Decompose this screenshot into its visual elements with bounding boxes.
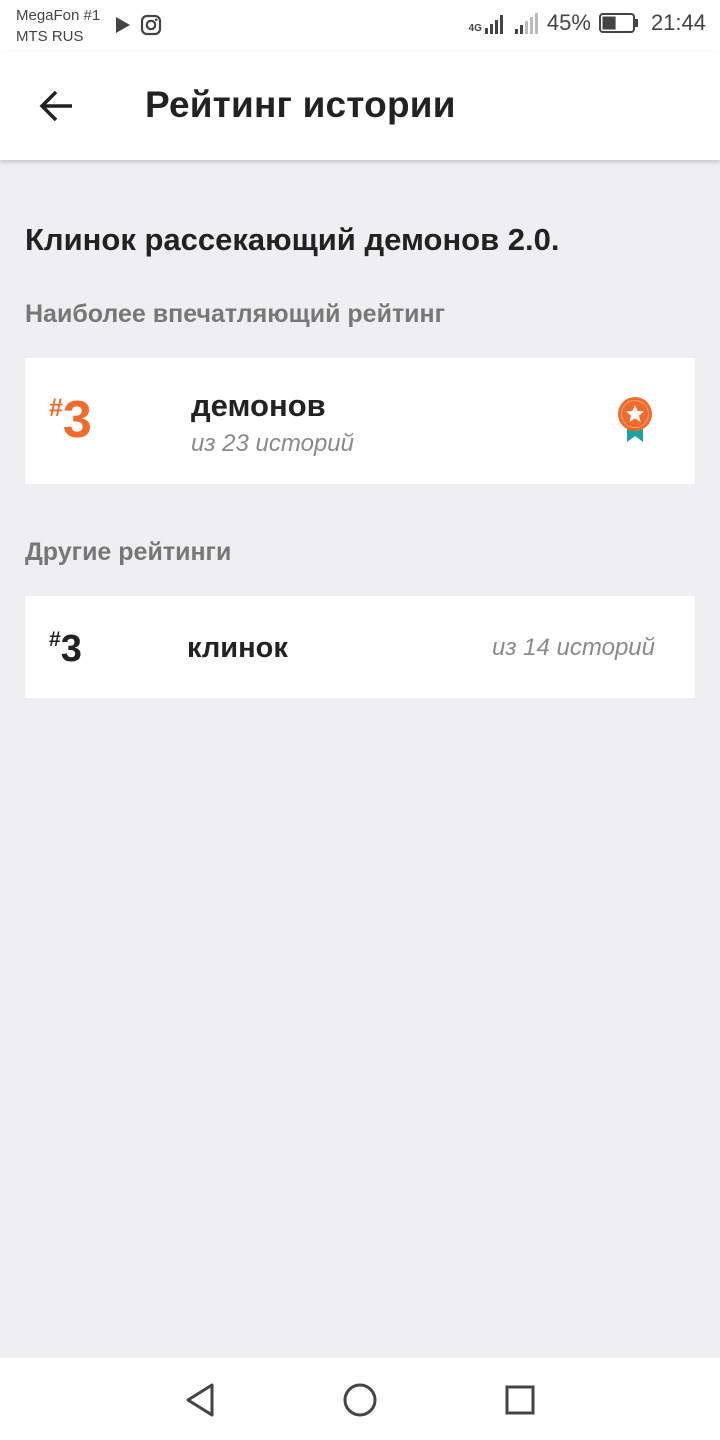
story-title: Клинок рассекающий демонов 2.0. [25,222,560,257]
rank-number: #3 [49,392,92,448]
rank-hash: # [49,394,63,422]
medal-icon [618,397,652,442]
back-button[interactable] [28,80,84,132]
battery-percent: 45% [546,10,591,35]
best-ranking-label: Наиболее впечатляющий рейтинг [25,300,446,328]
ranking-tag: демонов [191,388,326,423]
arrow-left-icon [39,90,72,122]
signal-weak-icon [514,13,538,34]
ranking-count: из 23 историй [191,430,354,457]
notification-icons [114,14,162,36]
clock: 21:44 [650,10,706,35]
carrier-1: MegaFon #1 [16,7,101,24]
list-item[interactable]: #3 клинок из 14 историй [25,596,695,698]
rank-hash: # [49,628,61,651]
nav-back-button[interactable] [178,1378,222,1422]
ranking-tag: клинок [187,632,288,664]
rank-number: #3 [49,628,82,670]
ranking-count: из 14 историй [492,634,655,661]
best-ranking-card[interactable]: #3 демонов из 23 историй [25,358,695,484]
other-rankings-label: Другие рейтинги [25,538,232,566]
instagram-icon [140,14,162,36]
carrier-2: MTS RUS [16,28,84,45]
page-title: Рейтинг истории [145,84,456,125]
network-4g-indicator: 4G [469,12,507,34]
status-bar: MegaFon #1 MTS RUS 4G 45% 21:44 [0,0,720,52]
carrier-info: MegaFon #1 MTS RUS [16,5,100,47]
nav-home-button[interactable] [338,1378,382,1422]
app-bar: Рейтинг истории [0,52,720,160]
rank-value: 3 [62,391,92,449]
square-recent-icon [505,1385,535,1415]
triangle-back-icon [186,1383,214,1417]
rank-value: 3 [60,628,82,670]
battery-icon [598,13,638,33]
signal-icon [484,15,503,34]
nav-recent-button[interactable] [498,1378,542,1422]
status-indicators: 4G 45% 21:44 [469,10,706,36]
circle-home-icon [343,1383,377,1417]
play-icon [116,17,130,33]
network-label: 4G [468,23,482,34]
navigation-bar [0,1358,720,1440]
